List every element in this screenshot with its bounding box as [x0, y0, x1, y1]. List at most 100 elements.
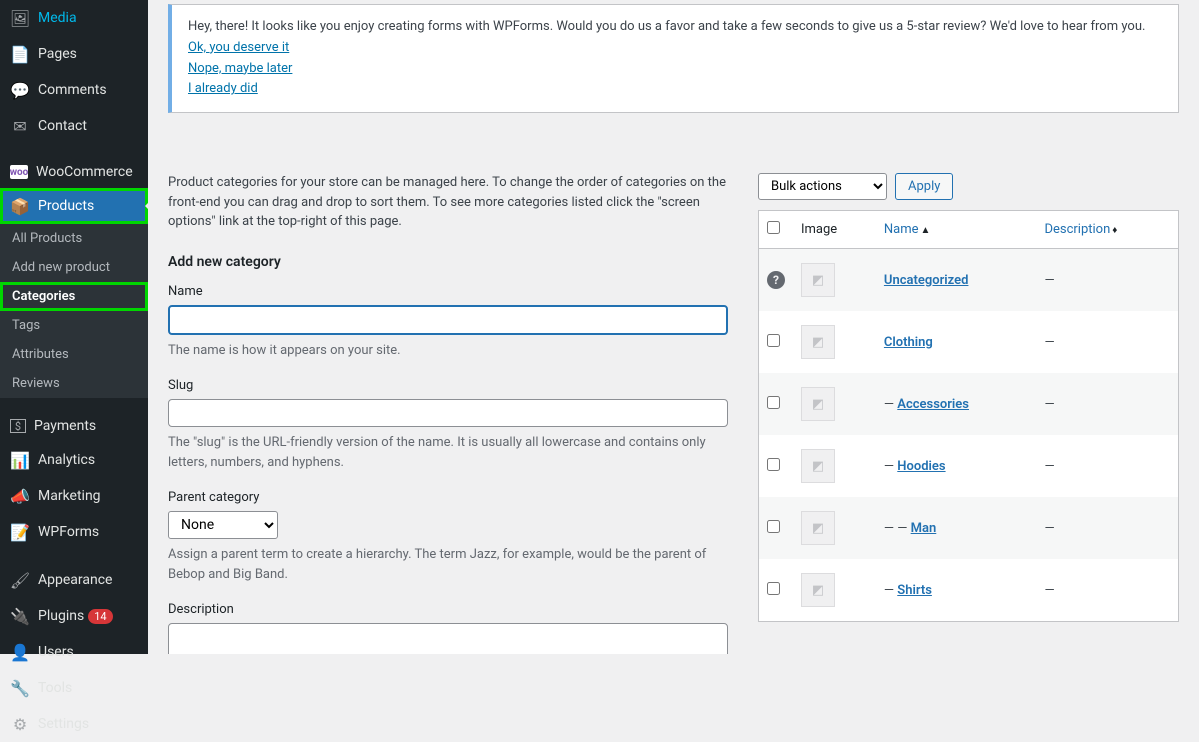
table-row[interactable]: ◩— Hoodies— — [759, 435, 1179, 497]
category-name-link[interactable]: Clothing — [884, 335, 933, 350]
col-image: Image — [793, 211, 876, 249]
pages-icon: 📄 — [10, 44, 30, 64]
intro-text: Product categories for your store can be… — [168, 173, 728, 232]
sidebar-item-woocommerce[interactable]: wooWooCommerce — [0, 156, 148, 188]
sidebar-item-tools[interactable]: 🔧Tools — [0, 670, 148, 706]
sidebar-item-payments[interactable]: $Payments — [0, 410, 148, 442]
description-input[interactable] — [168, 623, 728, 654]
sidebar-item-media[interactable]: 🖼Media — [0, 0, 148, 36]
category-name-link[interactable]: Uncategorized — [884, 273, 969, 288]
slug-input[interactable] — [168, 399, 728, 427]
sidebar-item-appearance[interactable]: 🖌Appearance — [0, 562, 148, 598]
main-content: Hey, there! It looks like you enjoy crea… — [148, 0, 1199, 654]
col-name[interactable]: Name▲ — [876, 211, 1037, 249]
row-checkbox[interactable] — [767, 582, 780, 595]
plugins-icon: 🔌 — [10, 606, 30, 626]
parent-label: Parent category — [168, 490, 728, 505]
description-label: Description — [168, 602, 728, 617]
categories-table: Image Name▲ Description♦ ? ◩ Uncategorized… — [758, 210, 1179, 622]
wpforms-notice: Hey, there! It looks like you enjoy crea… — [168, 4, 1179, 113]
bulk-actions-select[interactable]: Bulk actions — [758, 173, 887, 200]
marketing-icon: 📣 — [10, 486, 30, 506]
sidebar-item-pages[interactable]: 📄Pages — [0, 36, 148, 72]
submenu-reviews[interactable]: Reviews — [0, 369, 148, 398]
category-description: — — [1036, 559, 1178, 622]
payments-icon: $ — [10, 419, 26, 433]
table-row[interactable]: ◩— Accessories— — [759, 373, 1179, 435]
wpforms-icon: 📝 — [10, 522, 30, 542]
placeholder-image-icon: ◩ — [801, 387, 835, 421]
sidebar-item-products[interactable]: 📦Products — [0, 188, 148, 224]
sort-icon: ▲ — [921, 225, 931, 236]
notice-link-ok[interactable]: Ok, you deserve it — [188, 38, 289, 59]
add-category-form: Product categories for your store can be… — [168, 173, 728, 654]
name-input[interactable] — [168, 305, 728, 335]
active-pointer-icon — [145, 198, 153, 214]
placeholder-image-icon: ◩ — [801, 325, 835, 359]
plugins-badge: 14 — [88, 609, 112, 624]
table-row[interactable]: ◩— Shirts— — [759, 559, 1179, 622]
sidebar-item-analytics[interactable]: 📊Analytics — [0, 442, 148, 478]
row-checkbox[interactable] — [767, 396, 780, 409]
submenu-all-products[interactable]: All Products — [0, 224, 148, 253]
name-help: The name is how it appears on your site. — [168, 341, 728, 361]
placeholder-image-icon: ◩ — [801, 511, 835, 545]
sidebar-item-users[interactable]: 👤Users — [0, 634, 148, 670]
row-checkbox[interactable] — [767, 334, 780, 347]
products-submenu: All Products Add new product Categories … — [0, 224, 148, 398]
sidebar-item-settings[interactable]: ⚙Settings — [0, 706, 148, 742]
category-description: — — [1036, 497, 1178, 559]
sidebar-item-contact[interactable]: ✉Contact — [0, 108, 148, 144]
sort-icon: ♦ — [1112, 225, 1117, 236]
notice-text: Hey, there! It looks like you enjoy crea… — [188, 17, 1162, 38]
category-description: — — [1036, 435, 1178, 497]
tools-icon: 🔧 — [10, 678, 30, 698]
slug-help: The "slug" is the URL-friendly version o… — [168, 433, 728, 472]
submenu-attributes[interactable]: Attributes — [0, 340, 148, 369]
categories-table-section: Bulk actions Apply Image Name▲ Descripti… — [758, 173, 1179, 654]
notice-link-nope[interactable]: Nope, maybe later — [188, 59, 292, 80]
default-category-icon: ? — [767, 271, 785, 289]
settings-icon: ⚙ — [10, 714, 30, 734]
category-name-link[interactable]: Shirts — [897, 583, 932, 598]
notice-link-already[interactable]: I already did — [188, 79, 258, 100]
apply-button[interactable]: Apply — [895, 173, 953, 200]
parent-help: Assign a parent term to create a hierarc… — [168, 545, 728, 584]
category-name-link[interactable]: Accessories — [897, 397, 969, 412]
submenu-categories[interactable]: Categories — [0, 282, 148, 311]
sidebar-item-comments[interactable]: 💬Comments — [0, 72, 148, 108]
row-checkbox[interactable] — [767, 520, 780, 533]
category-name-link[interactable]: Hoodies — [897, 459, 945, 474]
sidebar-item-plugins[interactable]: 🔌Plugins14 — [0, 598, 148, 634]
parent-select[interactable]: None — [168, 511, 278, 539]
woocommerce-icon: woo — [10, 165, 28, 179]
form-heading: Add new category — [168, 254, 728, 270]
placeholder-image-icon: ◩ — [801, 449, 835, 483]
slug-label: Slug — [168, 378, 728, 393]
category-description: — — [1036, 373, 1178, 435]
table-row[interactable]: ◩— — Man— — [759, 497, 1179, 559]
products-icon: 📦 — [10, 196, 30, 216]
submenu-tags[interactable]: Tags — [0, 311, 148, 340]
comments-icon: 💬 — [10, 80, 30, 100]
users-icon: 👤 — [10, 642, 30, 662]
admin-sidebar: 🖼Media 📄Pages 💬Comments ✉Contact wooWooC… — [0, 0, 148, 654]
category-name-link[interactable]: Man — [911, 521, 937, 536]
category-description: — — [1036, 249, 1178, 312]
sidebar-item-marketing[interactable]: 📣Marketing — [0, 478, 148, 514]
select-all-checkbox[interactable] — [767, 221, 780, 234]
name-label: Name — [168, 284, 728, 299]
appearance-icon: 🖌 — [10, 570, 30, 590]
contact-icon: ✉ — [10, 116, 30, 136]
table-row[interactable]: ◩ Clothing — — [759, 311, 1179, 373]
col-description[interactable]: Description♦ — [1036, 211, 1178, 249]
category-description: — — [1036, 311, 1178, 373]
placeholder-image-icon: ◩ — [801, 263, 835, 297]
media-icon: 🖼 — [10, 8, 30, 28]
sidebar-item-wpforms[interactable]: 📝WPForms — [0, 514, 148, 550]
analytics-icon: 📊 — [10, 450, 30, 470]
table-row[interactable]: ? ◩ Uncategorized — — [759, 249, 1179, 312]
placeholder-image-icon: ◩ — [801, 573, 835, 607]
submenu-add-product[interactable]: Add new product — [0, 253, 148, 282]
row-checkbox[interactable] — [767, 458, 780, 471]
